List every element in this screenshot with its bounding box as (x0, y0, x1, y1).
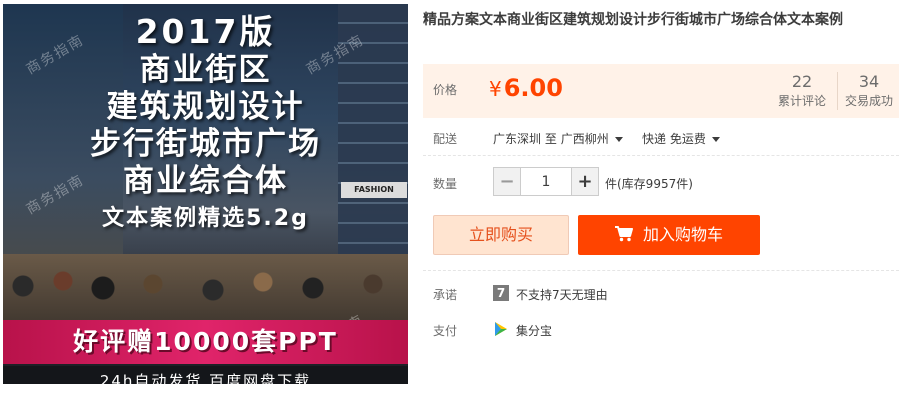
shipping-method-value: 快递 免运费 (642, 132, 706, 146)
add-to-cart-button[interactable]: 加入购物车 (578, 215, 760, 255)
image-headline-line: 步行街城市广场 (90, 126, 321, 162)
image-headline-line: 建筑规划设计 (106, 89, 305, 125)
quantity-input[interactable] (520, 168, 572, 195)
buy-now-button[interactable]: 立即购买 (433, 215, 569, 255)
price-amount: 6.00 (503, 74, 563, 102)
price-panel: 价格 ¥6.00 22 累计评论 34 交易成功 (423, 64, 899, 118)
stat-comments-number: 22 (791, 72, 813, 91)
add-to-cart-label: 加入购物车 (642, 225, 723, 244)
price-value: ¥6.00 (489, 72, 563, 105)
quantity-increase-button[interactable]: + (572, 168, 598, 195)
stat-comments-label: 累计评论 (777, 94, 826, 108)
stat-sales-number: 34 (858, 72, 880, 91)
seven-day-badge-icon: 7 (493, 285, 509, 301)
caret-down-icon (614, 137, 623, 142)
quantity-label: 数量 (433, 177, 458, 191)
quantity-decrease-button[interactable]: − (494, 168, 520, 195)
stat-sales-label: 交易成功 (844, 94, 893, 108)
destination-value: 广西柳州 (560, 132, 609, 146)
product-title: 精品方案文本商业街区建筑规划设计步行街城市广场综合体文本案例 (423, 12, 843, 28)
shipping-origin: 广东深圳 (493, 132, 542, 146)
payment-method-text[interactable]: 集分宝 (516, 322, 552, 339)
image-headline-line: 商业综合体 (123, 163, 288, 199)
shipping-to-word: 至 (544, 132, 557, 146)
image-promo-banner: 好评赠10000套PPT (3, 320, 408, 364)
image-headline-line: 商业街区 (139, 52, 272, 88)
jifenbao-icon (495, 322, 507, 336)
destination-dropdown[interactable]: 广西柳州 (561, 132, 623, 146)
image-headline-line: 文本案例精选5.2g (102, 206, 309, 231)
stat-comments[interactable]: 22 累计评论 (771, 72, 833, 110)
payment-label: 支付 (433, 324, 458, 338)
promise-label: 承诺 (433, 288, 458, 302)
stat-sales[interactable]: 34 交易成功 (837, 72, 900, 110)
cart-icon (614, 226, 633, 242)
product-image[interactable]: FASHION 商务指南 商务指南 商务指南 商务指南 2017版 商业街区 建… (3, 4, 408, 384)
image-headline: 2017版 商业街区 建筑规划设计 步行街城市广场 商业综合体 文本案例精选5.… (3, 12, 408, 236)
shipping-label: 配送 (433, 132, 458, 146)
price-currency: ¥ (489, 77, 502, 101)
divider (423, 270, 899, 271)
shipping-method-dropdown[interactable]: 快递 免运费 (642, 130, 720, 147)
divider (423, 155, 899, 156)
promise-text[interactable]: 不支持7天无理由 (516, 286, 608, 303)
image-bottom-text: 24h自动发货 百度网盘下载 (3, 366, 408, 384)
image-headline-line: 2017版 (135, 12, 276, 51)
stock-text: 件(库存9957件) (605, 177, 693, 191)
quantity-stepper: − + (493, 167, 599, 196)
price-label: 价格 (433, 83, 458, 97)
caret-down-icon (711, 137, 720, 142)
shipping-route: 广东深圳 至 广西柳州 (493, 130, 623, 147)
